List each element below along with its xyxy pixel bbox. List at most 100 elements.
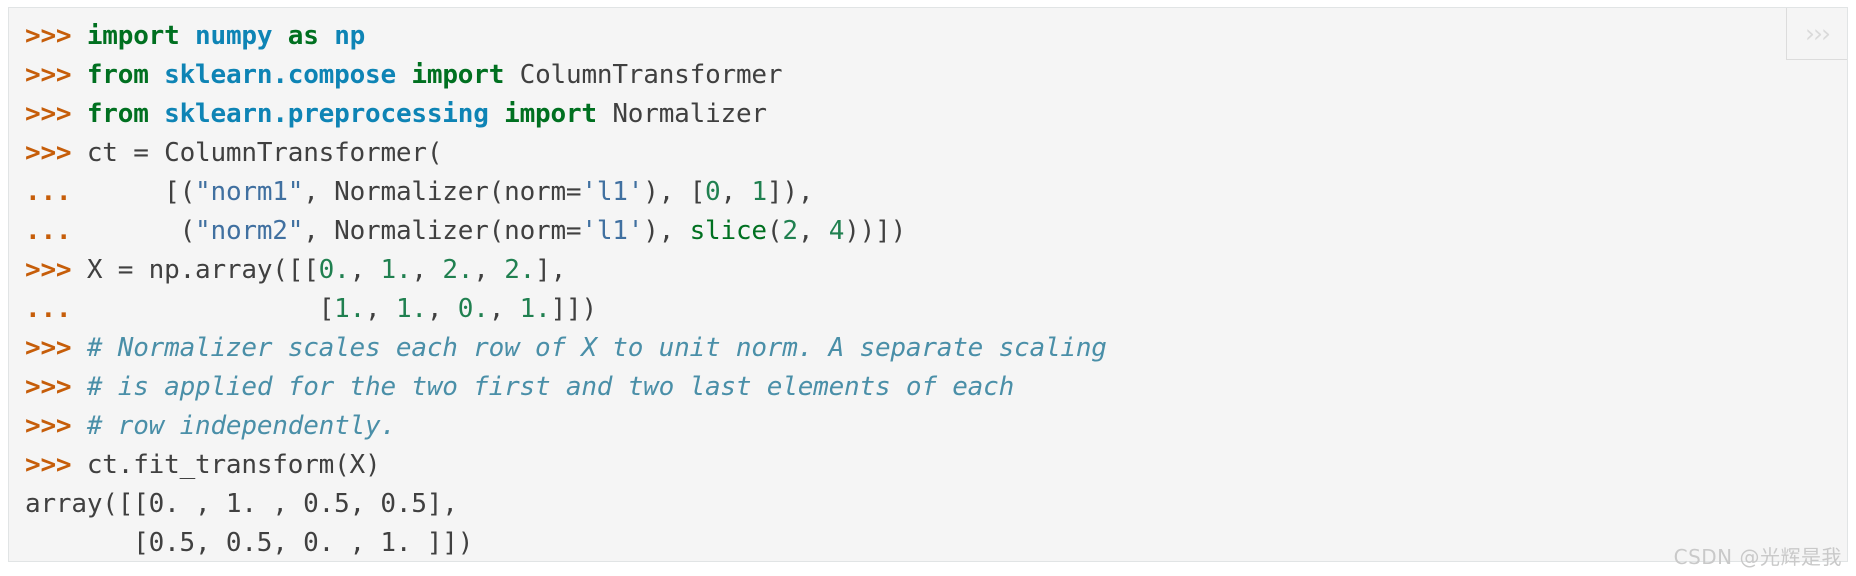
token-name: X = np.array([[ [86,255,319,285]
code-line: ... ("norm2", Normalizer(norm='l1'), sli… [25,212,1847,251]
token-mod: sklearn.compose [164,60,396,90]
token-punc: , [365,294,396,324]
token-punc: , [349,255,381,285]
code-line: >>> # Normalizer scales each row of X to… [25,329,1847,368]
token-punc: , [720,177,752,207]
input-prompt: >>> [25,60,72,90]
token-bltn: slice [689,216,767,246]
token-punc: , [488,294,520,324]
token-comment: # row independently. [86,411,396,441]
token-mod: sklearn.preprocessing [164,99,489,129]
token-num: 1. [334,294,366,324]
token-punc [489,99,504,129]
token-str: 'l1' [581,177,644,207]
code-line: >>> X = np.array([[0., 1., 2., 2.], [25,251,1847,290]
code-line: ... [1., 1., 0., 1.]]) [25,290,1847,329]
token-comment: # is applied for the two first and two l… [86,372,1015,402]
token-num: 4 [828,216,845,246]
token-punc: ]]) [550,294,598,324]
token-punc: [( [86,177,196,207]
token-kw: from [86,60,149,90]
token-num: 1. [380,255,412,285]
screenshot-root: >>> import numpy as np >>> from sklearn.c… [0,0,1856,576]
token-num: 2. [442,255,474,285]
token-punc [597,99,612,129]
token-str: "norm2" [195,216,304,246]
token-kw: from [86,99,149,129]
token-punc: ]), [766,177,814,207]
input-prompt: >>> [25,138,72,168]
token-punc: , [473,255,505,285]
token-punc [149,60,164,90]
token-name: ct.fit_transform(X) [86,450,381,480]
token-punc: ( [86,216,196,246]
token-num: 0. [457,294,489,324]
code-line: >>> ct.fit_transform(X) [25,446,1847,485]
token-num: 2 [782,216,798,246]
token-punc: ), [643,216,690,246]
continuation-prompt: ... [25,216,72,246]
token-punc [319,21,334,51]
code-line: array([[0. , 1. , 0.5, 0.5], [25,485,1847,524]
continuation-prompt: ... [25,294,72,324]
token-punc: , Normalizer(norm= [303,216,582,246]
token-num: 1 [751,177,767,207]
input-prompt: >>> [25,99,72,129]
token-cls: Normalizer [612,99,767,129]
chevron-triple-right-icon: ››› [1805,19,1831,48]
copy-code-button[interactable]: ››› [1786,8,1847,60]
code-line: >>> from sklearn.compose import ColumnTr… [25,56,1847,95]
token-punc: [ [86,294,335,324]
token-num: 0 [705,177,721,207]
token-cls: ColumnTransformer [519,60,783,90]
continuation-prompt: ... [25,177,72,207]
token-punc [180,21,195,51]
token-punc: , [797,216,829,246]
input-prompt: >>> [25,411,72,441]
token-punc: ( [766,216,783,246]
token-str: 'l1' [581,216,644,246]
code-line: [0.5, 0.5, 0. , 1. ]]) [25,524,1847,561]
token-kw: as [287,21,319,51]
token-punc [504,60,519,90]
token-kw: import [411,60,505,90]
token-out: array([[0. , 1. , 0.5, 0.5], [25,489,458,519]
token-punc: , [411,255,443,285]
csdn-watermark: CSDN @光辉是我 [1673,545,1842,569]
code-line: >>> import numpy as np [25,17,1847,56]
token-punc: ], [535,255,567,285]
input-prompt: >>> [25,450,72,480]
token-punc [396,60,411,90]
code-line: >>> # row independently. [25,407,1847,446]
token-punc: ))]) [844,216,907,246]
token-num: 1. [519,294,551,324]
code-line: >>> from sklearn.preprocessing import No… [25,95,1847,134]
token-num: 0. [318,255,350,285]
token-mod: numpy [195,21,273,51]
token-punc [149,99,164,129]
input-prompt: >>> [25,333,72,363]
token-str: "norm1" [195,177,304,207]
token-num: 1. [395,294,427,324]
token-num: 2. [504,255,536,285]
code-line: ... [("norm1", Normalizer(norm='l1'), [0… [25,173,1847,212]
token-mod: np [334,21,366,51]
code-line: >>> ct = ColumnTransformer( [25,134,1847,173]
input-prompt: >>> [25,21,72,51]
token-kw: import [86,21,180,51]
token-kw: import [504,99,597,129]
token-comment: # Normalizer scales each row of X to uni… [86,333,1107,363]
token-name: ct = ColumnTransformer( [86,138,443,168]
token-out: [0.5, 0.5, 0. , 1. ]]) [25,528,474,558]
